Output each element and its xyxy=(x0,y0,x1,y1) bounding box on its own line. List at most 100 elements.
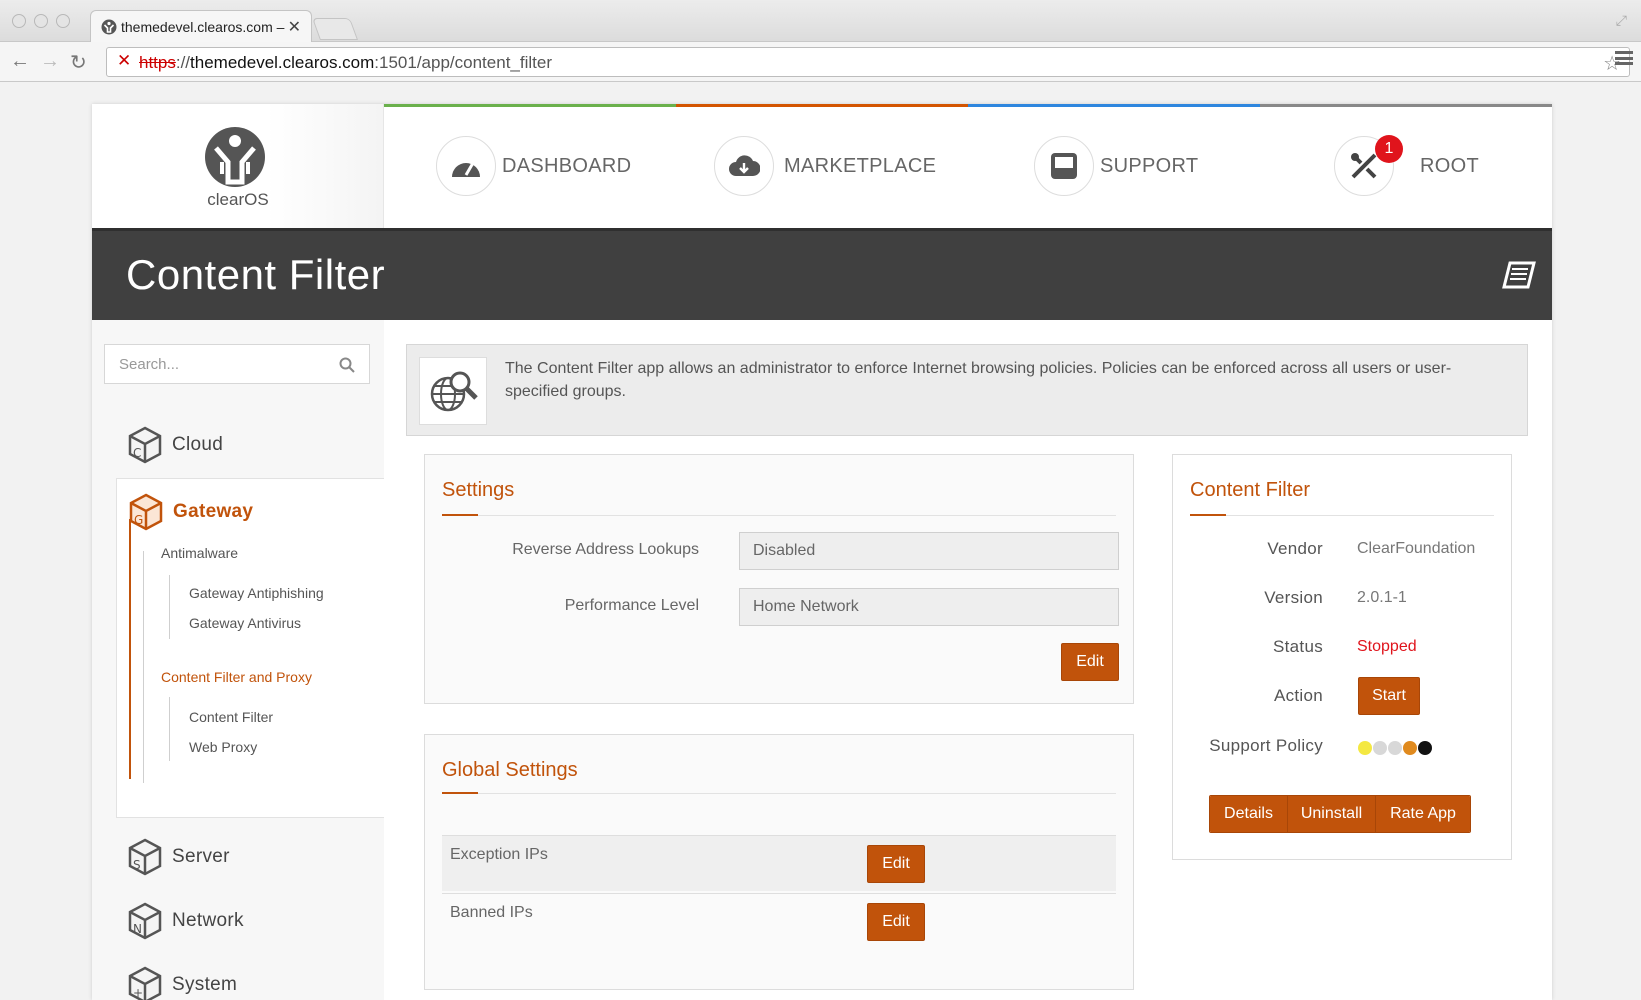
settings-edit-button[interactable]: Edit xyxy=(1061,643,1119,681)
details-button[interactable]: Details xyxy=(1210,796,1288,832)
svg-text:N: N xyxy=(133,922,142,936)
sidebar-link-content-filter[interactable]: Content Filter xyxy=(189,709,273,725)
nav-support[interactable]: SUPPORT xyxy=(1034,136,1198,196)
tools-icon: 1 xyxy=(1334,135,1403,196)
forward-arrow-icon[interactable]: → xyxy=(40,50,60,73)
nav-dashboard-label: DASHBOARD xyxy=(502,154,632,177)
clearos-favicon-icon xyxy=(101,19,117,35)
insecure-lock-icon: ✕ xyxy=(117,51,132,70)
clearos-logo-icon xyxy=(205,127,265,187)
app-intro: The Content Filter app allows an adminis… xyxy=(406,344,1528,436)
gateway-cube-icon: G xyxy=(129,493,163,531)
logo[interactable]: clearOS xyxy=(92,104,384,228)
sidebar-gateway-group: G Gateway Antimalware Gateway Antiphishi… xyxy=(116,478,384,818)
status-label: Status xyxy=(1273,637,1323,656)
page-title: Content Filter xyxy=(126,251,386,298)
window-minimize-button[interactable] xyxy=(34,14,48,28)
svg-text:S: S xyxy=(133,858,141,872)
nav-marketplace[interactable]: MARKETPLACE xyxy=(714,136,936,196)
vendor-value: ClearFoundation xyxy=(1357,540,1476,557)
notification-badge: 1 xyxy=(1375,135,1403,163)
globe-search-icon xyxy=(419,357,487,425)
address-bar[interactable]: ✕ https://themedevel.clearos.com:1501/ap… xyxy=(106,47,1630,77)
browser-tab[interactable]: themedevel.clearos.com – ✕ xyxy=(90,10,312,42)
sidebar-item-network[interactable]: N Network xyxy=(92,888,384,952)
logo-text: clearOS xyxy=(207,190,269,209)
back-arrow-icon[interactable]: ← xyxy=(10,50,30,73)
sidebar-item-label: Gateway xyxy=(173,501,254,522)
network-cube-icon: N xyxy=(128,902,162,940)
action-label: Action xyxy=(1273,686,1323,705)
cloud-download-icon xyxy=(714,136,774,196)
sidebar-link-web-proxy[interactable]: Web Proxy xyxy=(189,739,257,755)
app-actions-group: Details Uninstall Rate App xyxy=(1209,795,1471,833)
sidebar-subgroup-antimalware[interactable]: Antimalware xyxy=(161,545,238,561)
global-settings-panel: Global Settings Exception IPs Edit Banne… xyxy=(424,734,1134,990)
settings-title: Settings xyxy=(442,479,515,501)
exception-ips-edit-button[interactable]: Edit xyxy=(867,845,925,883)
book-icon[interactable] xyxy=(1502,261,1536,291)
status-value: Stopped xyxy=(1357,638,1417,655)
table-row: Exception IPs Edit xyxy=(442,835,1116,891)
inbox-icon xyxy=(1034,136,1094,196)
url-text: https://themedevel.clearos.com:1501/app/… xyxy=(139,53,552,72)
version-value: 2.0.1-1 xyxy=(1357,589,1407,606)
vendor-label: Vendor xyxy=(1267,539,1323,558)
speedometer-icon xyxy=(436,136,496,196)
reverse-lookups-value: Disabled xyxy=(739,532,1119,570)
nav-support-label: SUPPORT xyxy=(1100,154,1199,177)
rate-app-button[interactable]: Rate App xyxy=(1376,796,1470,832)
browser-tab-bar: themedevel.clearos.com – ✕ ⤢ xyxy=(0,0,1641,42)
new-tab-button[interactable] xyxy=(311,18,359,40)
nav-root[interactable]: 1 ROOT xyxy=(1334,135,1479,196)
sidebar-item-gateway[interactable]: G Gateway xyxy=(93,479,385,543)
sidebar-item-system[interactable]: + System xyxy=(92,952,384,1000)
browser-toolbar: ← → ↻ ✕ https://themedevel.clearos.com:1… xyxy=(0,42,1641,82)
search-box xyxy=(104,344,370,384)
browser-menu-icon[interactable] xyxy=(1615,51,1633,65)
sidebar-link-antivirus[interactable]: Gateway Antivirus xyxy=(189,615,301,631)
nav-dashboard[interactable]: DASHBOARD xyxy=(436,136,631,196)
sidebar: C Cloud G Gateway Antimalware Gateway An… xyxy=(92,320,384,1000)
settings-panel: Settings Reverse Address Lookups Disable… xyxy=(424,454,1134,704)
table-row: Banned IPs Edit xyxy=(442,893,1116,949)
global-settings-title: Global Settings xyxy=(442,759,578,781)
exception-ips-label: Exception IPs xyxy=(450,846,548,863)
svg-text:C: C xyxy=(133,446,141,460)
app-info-title: Content Filter xyxy=(1190,479,1311,501)
fullscreen-icon[interactable]: ⤢ xyxy=(1616,12,1627,29)
search-input[interactable] xyxy=(105,345,325,383)
support-policy-dots xyxy=(1358,741,1438,755)
start-button[interactable]: Start xyxy=(1358,677,1420,715)
app-page: clearOS DASHBOARD MARKETPLACE SUPPORT 1 xyxy=(92,104,1552,1000)
server-cube-icon: S xyxy=(128,838,162,876)
support-policy-label: Support Policy xyxy=(1209,736,1323,755)
search-icon[interactable] xyxy=(339,357,355,373)
tab-title: themedevel.clearos.com – xyxy=(121,19,285,35)
svg-text:+: + xyxy=(133,986,143,1000)
sidebar-item-cloud[interactable]: C Cloud xyxy=(92,412,384,476)
app-info-panel: Content Filter Vendor ClearFoundation Ve… xyxy=(1172,454,1512,860)
nav-root-label: ROOT xyxy=(1420,154,1479,177)
window-zoom-button[interactable] xyxy=(56,14,70,28)
performance-level-label: Performance Level xyxy=(564,597,699,614)
cloud-cube-icon: C xyxy=(128,426,162,464)
reload-icon[interactable]: ↻ xyxy=(70,50,87,75)
performance-level-value: Home Network xyxy=(739,588,1119,626)
title-bar: Content Filter xyxy=(92,228,1552,320)
sidebar-item-label: Network xyxy=(172,910,244,931)
banned-ips-edit-button[interactable]: Edit xyxy=(867,903,925,941)
system-cube-icon: + xyxy=(128,966,162,1000)
uninstall-button[interactable]: Uninstall xyxy=(1288,796,1376,832)
sidebar-item-label: Server xyxy=(172,846,230,867)
sidebar-link-antiphishing[interactable]: Gateway Antiphishing xyxy=(189,585,324,601)
app-description: The Content Filter app allows an adminis… xyxy=(505,360,1452,400)
nav-marketplace-label: MARKETPLACE xyxy=(784,154,937,177)
sidebar-subgroup-content-filter-proxy[interactable]: Content Filter and Proxy xyxy=(161,669,312,685)
version-label: Version xyxy=(1264,588,1323,607)
sidebar-item-server[interactable]: S Server xyxy=(92,824,384,888)
tab-close-icon[interactable]: ✕ xyxy=(288,17,301,37)
reverse-lookups-label: Reverse Address Lookups xyxy=(512,541,699,558)
top-header: clearOS DASHBOARD MARKETPLACE SUPPORT 1 xyxy=(92,104,1552,228)
window-close-button[interactable] xyxy=(12,14,26,28)
